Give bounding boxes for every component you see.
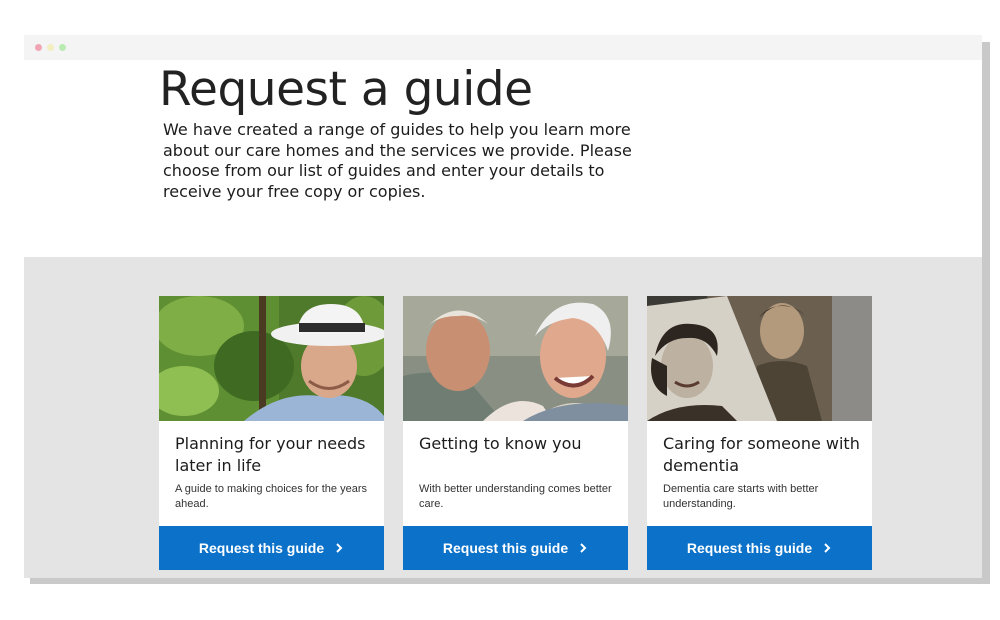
guide-image-elderly-couple	[403, 296, 628, 421]
chevron-right-icon	[336, 543, 343, 553]
guide-description: Dementia care starts with better underst…	[663, 483, 819, 510]
guide-card-dementia: Caring for someone with dementia Dementi…	[647, 296, 872, 570]
browser-window: Request a guide We have created a range …	[24, 35, 982, 578]
request-guide-label: Request this guide	[686, 540, 813, 556]
request-guide-button-getting-to-know[interactable]: Request this guide	[403, 526, 628, 570]
request-guide-label: Request this guide	[198, 540, 325, 556]
request-guide-button-planning[interactable]: Request this guide	[159, 526, 384, 570]
guide-card-getting-to-know: Getting to know you With better understa…	[403, 296, 628, 570]
guide-image-old-photographs	[647, 296, 872, 421]
maximize-window-dot[interactable]	[59, 44, 66, 51]
guide-title: Getting to know you	[419, 434, 582, 453]
chevron-right-icon	[580, 543, 587, 553]
intro-text: We have created a range of guides to hel…	[163, 120, 632, 201]
close-window-dot[interactable]	[35, 44, 42, 51]
page-title: Request a guide	[159, 62, 533, 117]
guide-image-man-in-hat	[159, 296, 384, 421]
request-guide-button-dementia[interactable]: Request this guide	[647, 526, 872, 570]
guide-card-planning: Planning for your needs later in life A …	[159, 296, 384, 570]
guide-description: A guide to making choices for the years …	[175, 483, 367, 510]
guide-title: Caring for someone with dementia	[663, 434, 860, 475]
guide-description: With better understanding comes better c…	[419, 483, 612, 510]
request-guide-label: Request this guide	[442, 540, 569, 556]
guides-section: Planning for your needs later in life A …	[24, 257, 982, 578]
window-titlebar	[24, 35, 982, 60]
chevron-right-icon	[824, 543, 831, 553]
minimize-window-dot[interactable]	[47, 44, 54, 51]
guide-title: Planning for your needs later in life	[175, 434, 366, 475]
